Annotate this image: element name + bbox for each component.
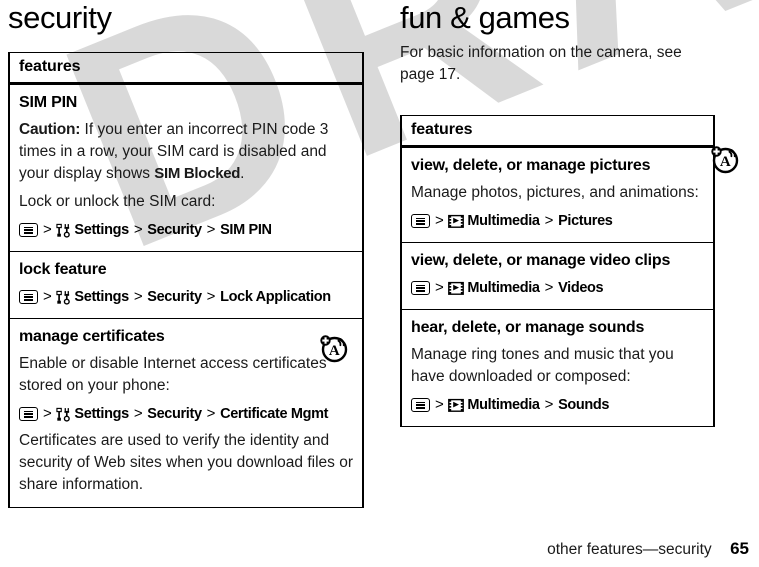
- row-title: hear, delete, or manage sounds: [411, 319, 645, 336]
- path-separator: >: [43, 221, 52, 238]
- path-separator: >: [43, 405, 52, 422]
- intro-paragraph: For basic information on the camera, see…: [400, 44, 682, 83]
- row-title: view, delete, or manage pictures: [411, 157, 651, 174]
- path-step: Multimedia: [467, 280, 540, 296]
- manual-page: security features SIM PIN Caution: If yo…: [0, 0, 759, 567]
- menu-path-videos: > Multimedia > Videos: [411, 278, 704, 298]
- multimedia-icon: [448, 398, 465, 413]
- path-separator: >: [206, 221, 216, 238]
- path-separator: >: [544, 212, 554, 229]
- multimedia-icon: [448, 281, 465, 296]
- table-row: lock feature > Settings > Security > Loc…: [8, 251, 364, 318]
- table-row: view, delete, or manage video clips > Mu…: [400, 242, 715, 309]
- table-header-row: features: [400, 115, 715, 148]
- page-title-fun-and-games: fun & games: [400, 0, 570, 35]
- menu-path-lock-feature: > Settings > Security > Lock Application: [19, 287, 353, 307]
- menu-path-pictures: > Multimedia > Pictures: [411, 211, 704, 231]
- sim-blocked-status: SIM Blocked: [154, 165, 241, 182]
- menu-key-icon: [411, 398, 430, 412]
- page-title-security: security: [8, 0, 112, 35]
- path-separator: >: [43, 288, 52, 305]
- row-paragraph: Certificates are used to verify the iden…: [19, 432, 353, 493]
- footer-section-label: other features—security: [547, 541, 712, 558]
- row-paragraph: Enable or disable Internet access certif…: [19, 355, 327, 394]
- multimedia-icon: [448, 214, 465, 229]
- path-step: Sounds: [558, 397, 610, 413]
- path-step: Settings: [74, 289, 129, 305]
- path-separator: >: [133, 221, 143, 238]
- path-step: Multimedia: [467, 213, 540, 229]
- antenna-a-circle-icon: A: [707, 141, 743, 177]
- menu-path-sounds: > Multimedia > Sounds: [411, 395, 704, 415]
- path-step: Certificate Mgmt: [220, 406, 329, 422]
- path-step: Lock Application: [220, 289, 331, 305]
- path-step: Pictures: [558, 213, 613, 229]
- path-separator: >: [206, 405, 216, 422]
- path-separator: >: [435, 396, 444, 413]
- row-title: manage certificates: [19, 328, 165, 345]
- table-row: SIM PIN Caution: If you enter an incorre…: [8, 85, 364, 251]
- row-title: view, delete, or manage video clips: [411, 252, 671, 269]
- row-paragraph: Lock or unlock the SIM card:: [19, 193, 216, 210]
- path-separator: >: [206, 288, 216, 305]
- menu-path-certificate-mgmt: > Settings > Security > Certificate Mgmt: [19, 404, 353, 424]
- row-title: lock feature: [19, 261, 107, 278]
- menu-key-icon: [19, 290, 38, 304]
- caution-label: Caution:: [19, 121, 81, 138]
- row-title: SIM PIN: [19, 94, 78, 111]
- svg-text:A: A: [329, 343, 340, 359]
- row-paragraph: Manage photos, pictures, and animations:: [411, 184, 699, 201]
- path-step: Settings: [74, 222, 129, 238]
- path-step: SIM PIN: [220, 222, 272, 238]
- page-footer: other features—security 65: [0, 539, 759, 559]
- menu-key-icon: [411, 214, 430, 228]
- path-separator: >: [544, 279, 554, 296]
- table-row: hear, delete, or manage sounds Manage ri…: [400, 309, 715, 427]
- path-separator: >: [435, 279, 444, 296]
- caution-text-tail: .: [240, 165, 245, 182]
- menu-path-sim-pin: > Settings > Security > SIM PIN: [19, 220, 353, 240]
- path-step: Multimedia: [467, 397, 540, 413]
- menu-key-icon: [411, 281, 430, 295]
- row-paragraph: Caution: If you enter an incorrect PIN c…: [19, 119, 353, 185]
- path-step: Security: [147, 289, 202, 305]
- row-paragraph: Manage ring tones and music that you hav…: [411, 346, 674, 385]
- path-step: Security: [147, 406, 202, 422]
- antenna-a-circle-icon: A: [316, 330, 352, 366]
- table-header-row: features: [8, 52, 364, 85]
- path-separator: >: [435, 212, 444, 229]
- svg-text:A: A: [720, 154, 731, 170]
- settings-icon: [56, 223, 71, 238]
- path-separator: >: [133, 288, 143, 305]
- table-header-label: features: [19, 58, 81, 75]
- path-separator: >: [544, 396, 554, 413]
- path-step: Security: [147, 222, 202, 238]
- path-separator: >: [133, 405, 143, 422]
- page-number: 65: [730, 539, 749, 558]
- table-row: manage certificates Enable or disable In…: [8, 318, 364, 508]
- path-step: Videos: [558, 280, 604, 296]
- table-header-label: features: [411, 121, 473, 138]
- security-features-table: features SIM PIN Caution: If you enter a…: [8, 52, 364, 508]
- menu-key-icon: [19, 407, 38, 421]
- table-row: view, delete, or manage pictures Manage …: [400, 148, 715, 242]
- fun-and-games-features-table: features view, delete, or manage picture…: [400, 115, 715, 427]
- menu-key-icon: [19, 223, 38, 237]
- settings-icon: [56, 290, 71, 305]
- settings-icon: [56, 407, 71, 422]
- path-step: Settings: [74, 406, 129, 422]
